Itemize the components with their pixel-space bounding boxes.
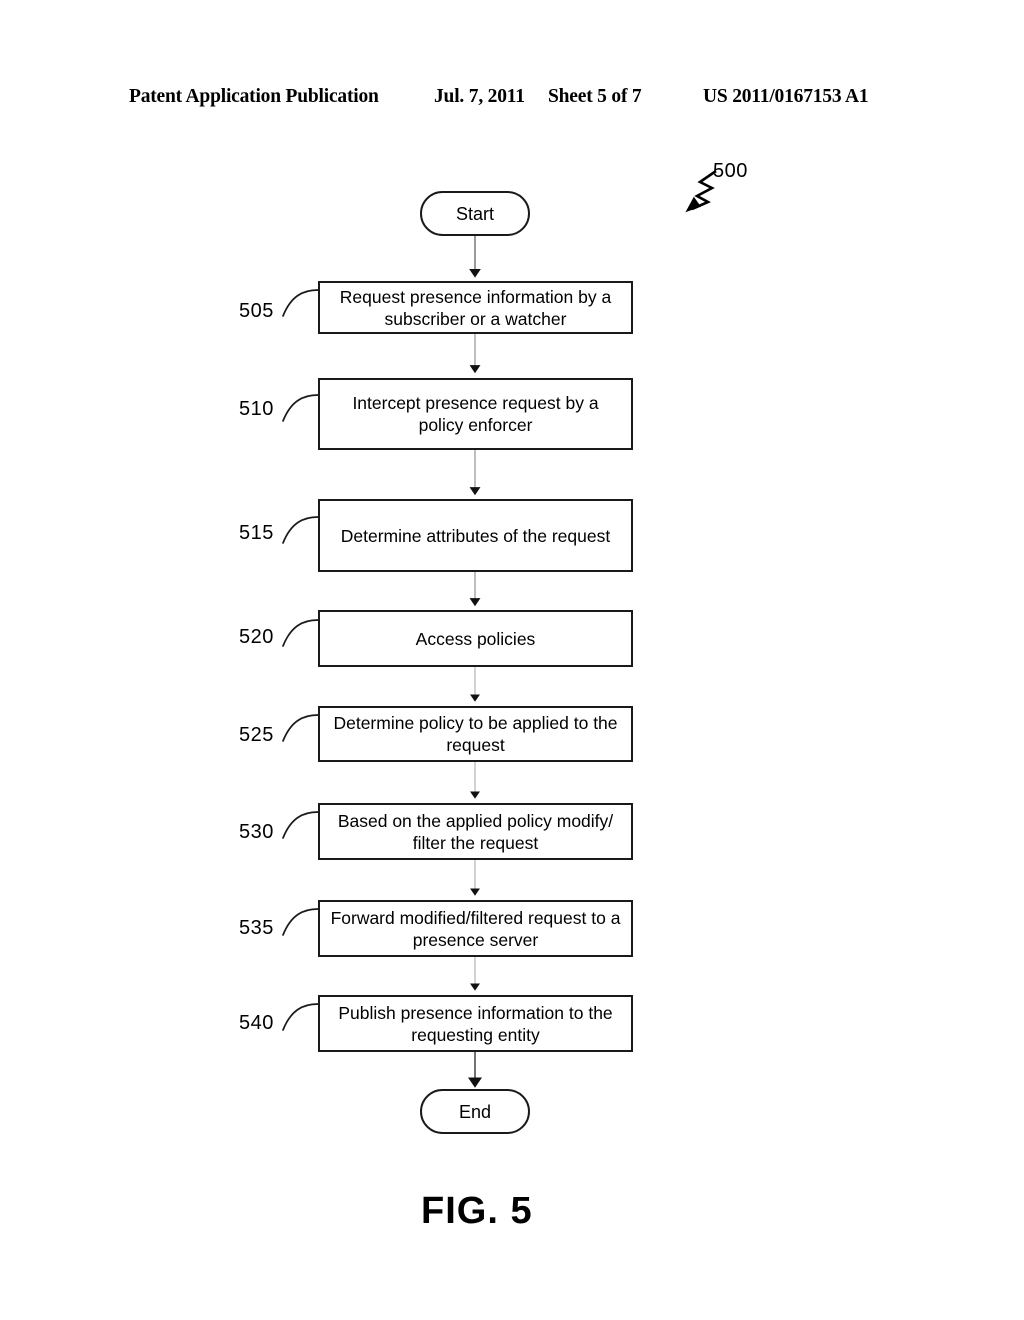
reference-number-520: 520	[239, 626, 274, 648]
figure-reference-number: 500	[713, 160, 748, 182]
reference-number-540: 540	[239, 1012, 274, 1034]
flow-node-540-label: Publish presence information to the requ…	[338, 1002, 613, 1045]
figure-caption: FIG. 5	[421, 1190, 533, 1232]
reference-number-530: 530	[239, 821, 274, 843]
flow-node-530: Based on the applied policy modify/ filt…	[318, 803, 633, 860]
flow-node-end: End	[420, 1089, 530, 1134]
flow-node-510: Intercept presence request by a policy e…	[318, 378, 633, 450]
reference-number-535: 535	[239, 917, 274, 939]
page-header: Patent Application Publication Jul. 7, 2…	[0, 86, 1024, 116]
patent-figure-page: Patent Application Publication Jul. 7, 2…	[0, 0, 1024, 1320]
reference-number-510: 510	[239, 398, 274, 420]
flow-node-540: Publish presence information to the requ…	[318, 995, 633, 1052]
flow-node-start: Start	[420, 191, 530, 236]
header-patent-number: US 2011/0167153 A1	[703, 86, 869, 107]
flow-node-520-label: Access policies	[415, 628, 536, 649]
flow-node-525: Determine policy to be applied to the re…	[318, 706, 633, 762]
header-sheet-number: Sheet 5 of 7	[548, 86, 642, 107]
header-publication-title: Patent Application Publication	[129, 86, 379, 107]
flow-node-510-label: Intercept presence request by a policy e…	[352, 393, 599, 435]
flow-node-535: Forward modified/filtered request to a p…	[318, 900, 633, 957]
flow-node-505: Request presence information by a subscr…	[318, 281, 633, 334]
header-publication-date: Jul. 7, 2011	[434, 86, 525, 107]
flow-node-start-label: Start	[455, 203, 494, 224]
flow-node-535-label: Forward modified/filtered request to a p…	[330, 907, 621, 950]
flow-node-end-label: End	[458, 1101, 492, 1122]
flow-node-520: Access policies	[318, 610, 633, 667]
flow-node-515: Determine attributes of the request	[318, 499, 633, 572]
flow-node-525-label: Determine policy to be applied to the re…	[333, 713, 618, 755]
flow-node-505-label: Request presence information by a subscr…	[339, 286, 612, 329]
flow-node-530-label: Based on the applied policy modify/ filt…	[337, 810, 614, 853]
reference-number-515: 515	[239, 522, 274, 544]
reference-number-525: 525	[239, 724, 274, 746]
reference-number-505: 505	[239, 300, 274, 322]
figure-reference-pointer	[685, 169, 717, 213]
flow-node-515-label: Determine attributes of the request	[340, 525, 611, 546]
reference-leader-lines	[282, 289, 319, 1031]
